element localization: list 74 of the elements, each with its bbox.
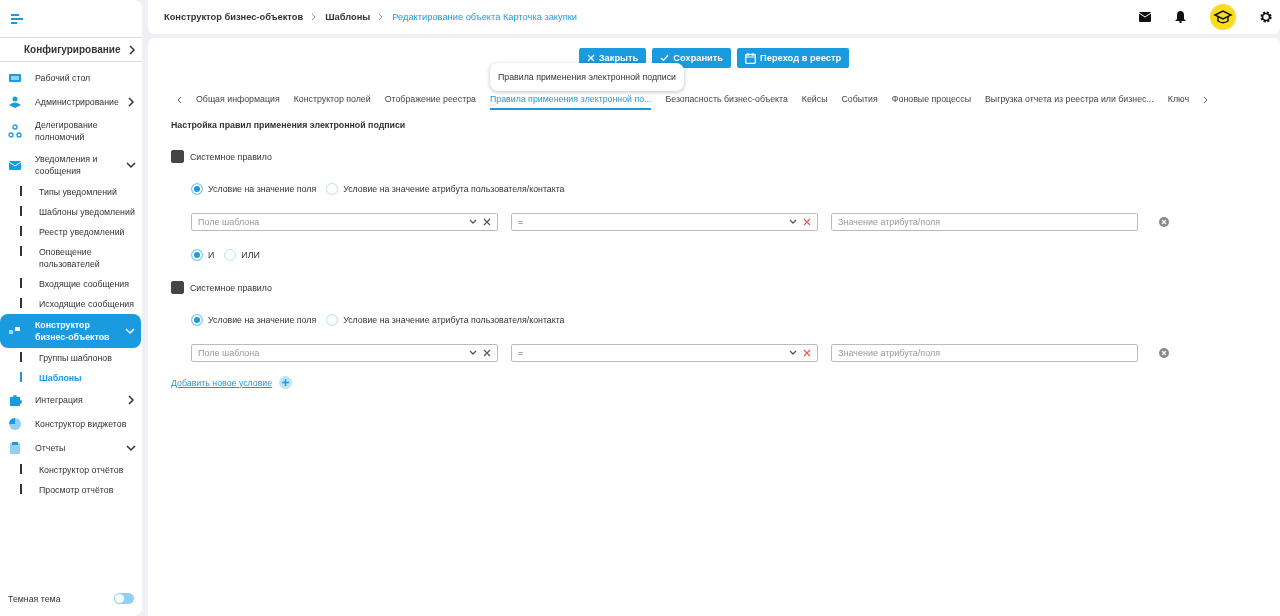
menu-icon[interactable]: [11, 14, 23, 24]
submenu-item[interactable]: Шаблоны уведомлений: [0, 202, 142, 222]
remove-icon[interactable]: [1159, 348, 1169, 358]
clear-icon[interactable]: [483, 349, 491, 357]
menu-item[interactable]: Уведомления и сообщения: [0, 148, 142, 182]
settings-icon[interactable]: [1260, 11, 1272, 23]
add-icon[interactable]: [279, 376, 293, 389]
bell-icon[interactable]: [1175, 11, 1186, 23]
menu-item-icon: [8, 417, 22, 431]
menu-item-icon: [8, 393, 22, 407]
tab[interactable]: Фоновые процессы: [891, 90, 971, 110]
menu-item[interactable]: Конструктор виджетов: [0, 412, 142, 436]
value-input[interactable]: Значение атрибута/поля: [831, 213, 1138, 231]
tab[interactable]: Кейсы: [801, 90, 828, 110]
chevron-down-icon: [469, 219, 477, 225]
chevron-down-icon: [789, 350, 797, 356]
tab[interactable]: Отображение реестра: [384, 90, 476, 110]
separator-icon: [378, 13, 385, 21]
clear-icon[interactable]: [803, 218, 811, 226]
chevron-right-icon: [128, 44, 136, 55]
system-rule-checkbox[interactable]: Системное правило: [171, 150, 272, 163]
submenu-item[interactable]: Оповещение пользователей: [0, 242, 142, 274]
menu-item[interactable]: Отчеты: [0, 436, 142, 460]
submenu-item[interactable]: Группы шаблонов: [0, 348, 142, 368]
submenu-item[interactable]: Реестр уведомлений: [0, 222, 142, 242]
close-icon: [586, 54, 595, 62]
remove-icon[interactable]: [1159, 217, 1169, 227]
submenu-item[interactable]: Типы уведомлений: [0, 182, 142, 202]
condition-type-radio[interactable]: Условие на значение поля: [191, 183, 317, 195]
menu-item[interactable]: Администрирование: [0, 90, 142, 114]
scroll-left-icon[interactable]: [176, 96, 182, 104]
tab[interactable]: Конструктор полей: [293, 90, 371, 110]
graduation-cap-icon[interactable]: [1210, 4, 1236, 30]
submenu-item[interactable]: Просмотр отчётов: [0, 480, 142, 500]
value-input[interactable]: Значение атрибута/поля: [831, 344, 1138, 362]
theme-label: Темная тема: [8, 593, 61, 604]
clear-icon[interactable]: [803, 349, 811, 357]
scroll-right-icon[interactable]: [1203, 96, 1209, 104]
tab[interactable]: Ключ: [1167, 90, 1189, 110]
clear-icon[interactable]: [483, 218, 491, 226]
submenu-item[interactable]: Конструктор отчётов: [0, 460, 142, 480]
submenu-item[interactable]: Входящие сообщения: [0, 274, 142, 294]
menu-item-icon: [8, 158, 22, 172]
condition-type-radio[interactable]: Условие на значение атрибута пользователя/контакта: [326, 314, 565, 326]
tab[interactable]: Выгрузка отчета из реестра или бизнес...: [985, 90, 1154, 110]
menu-item-icon: [8, 124, 22, 138]
condition-type-radio[interactable]: Условие на значение поля: [191, 314, 317, 326]
menu-item[interactable]: Интеграция: [0, 388, 142, 412]
chevron-down-icon: [789, 219, 797, 225]
menu-item-icon: [8, 95, 22, 109]
condition-type-radio[interactable]: Условие на значение атрибута пользователя/контакта: [326, 183, 565, 195]
operator-select[interactable]: =: [511, 213, 818, 231]
tab[interactable]: Общая информация: [196, 90, 280, 110]
separator-icon: [311, 13, 318, 21]
theme-toggle[interactable]: [114, 593, 134, 604]
breadcrumb-link[interactable]: Конструктор бизнес-объектов: [164, 12, 304, 22]
logic-radio[interactable]: ИЛИ: [224, 249, 260, 261]
check-icon: [660, 54, 670, 62]
tooltip: Правила применения электронной подписи: [490, 63, 685, 91]
menu-item-icon: [8, 71, 22, 85]
tab[interactable]: Безопасность бизнес-объекта: [665, 90, 788, 110]
menu-item[interactable]: Делегирование полномочий: [0, 114, 142, 148]
system-rule-checkbox[interactable]: Системное правило: [171, 281, 272, 294]
operator-select[interactable]: =: [511, 344, 818, 362]
menu-item-icon: [8, 441, 22, 455]
calendar-icon: [745, 52, 757, 64]
section-title: Настройка правил применения электронной подписи: [171, 120, 407, 130]
menu-item[interactable]: Рабочий стол: [0, 66, 142, 90]
mail-icon[interactable]: [1139, 12, 1151, 22]
chevron-down-icon: [469, 350, 477, 356]
section-selector[interactable]: Конфигурирование: [0, 37, 142, 62]
submenu-item[interactable]: Исходящие сообщения: [0, 294, 142, 314]
breadcrumb-link[interactable]: Шаблоны: [325, 12, 371, 22]
tab[interactable]: События: [841, 90, 878, 110]
